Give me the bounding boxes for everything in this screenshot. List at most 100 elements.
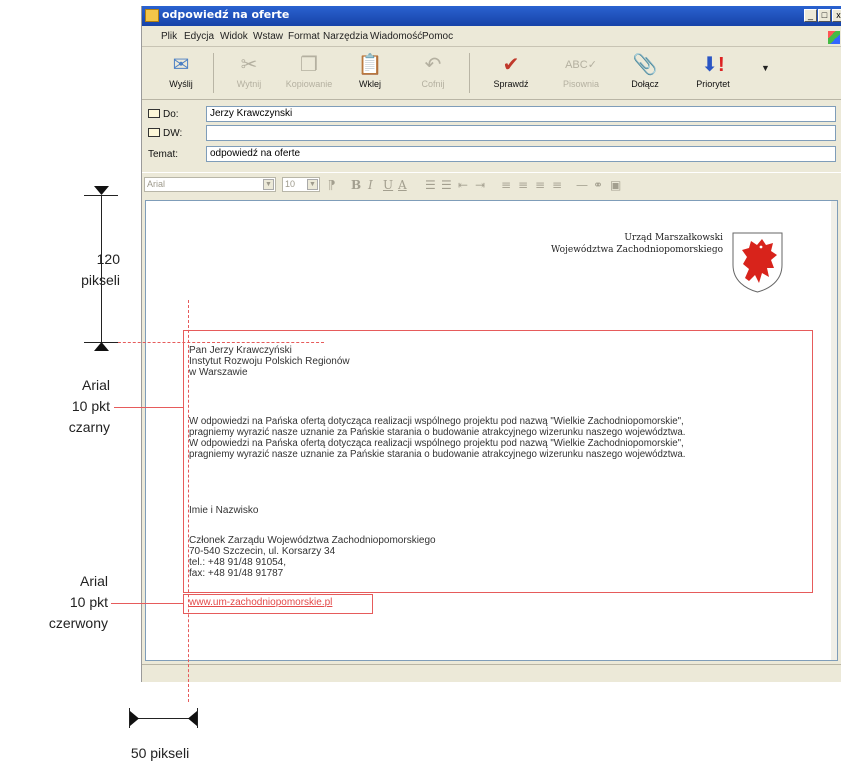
paste-button[interactable]: 📋 Wklej — [341, 51, 399, 95]
italic-icon[interactable]: I — [368, 178, 373, 192]
increase-indent-icon[interactable]: ⇥ — [475, 178, 485, 192]
arrow-down-icon — [94, 186, 109, 195]
top-margin-unit: pikseli — [81, 272, 120, 288]
toolbar: ✉ Wyślij ✂ Wytnij ❐ Kopiowanie 📋 Wklej ↶… — [142, 47, 841, 100]
attach-button[interactable]: 📎 Dołącz — [616, 51, 674, 95]
send-button[interactable]: ✉ Wyślij — [152, 51, 210, 95]
left-margin-guide — [188, 300, 189, 702]
black-text-frame — [183, 330, 813, 593]
priority-icon: ⬇! — [701, 54, 725, 76]
send-label: Wyślij — [169, 79, 193, 89]
copy-icon: ❐ — [300, 54, 318, 76]
top-margin-label: 120 pikseli — [40, 249, 120, 291]
subject-field[interactable]: odpowiedź na oferte — [206, 146, 836, 162]
paste-label: Wklej — [359, 79, 381, 89]
minimize-button[interactable]: _ — [804, 9, 817, 22]
spellcheck-icon: ABC✓ — [565, 59, 597, 71]
top-margin-value: 120 — [96, 251, 120, 267]
black-font-pointer — [114, 407, 184, 408]
font-label-line: czerwony — [48, 615, 108, 631]
chevron-down-icon: ▼ — [307, 179, 318, 190]
arrow-left-icon — [188, 711, 197, 726]
title-bar: odpowiedź na oferte _ □ x — [142, 6, 841, 26]
menu-tools[interactable]: Narzędzia — [323, 31, 368, 42]
cc-label[interactable]: DW: — [148, 128, 182, 139]
undo-button[interactable]: ↶ Cofnij — [404, 51, 462, 95]
bold-icon[interactable]: B — [351, 178, 361, 192]
to-field[interactable]: Jerzy Krawczynski — [206, 106, 836, 122]
menu-message[interactable]: Wiadomość — [370, 31, 422, 42]
window-title: odpowiedź na oferte — [162, 8, 290, 21]
align-right-icon[interactable]: ≡ — [535, 178, 545, 192]
griffin-coat-of-arms-icon — [732, 232, 783, 293]
close-button[interactable]: x — [832, 9, 841, 22]
formatting-toolbar: Arial ▼ 10 ▼ ⁋ B I U A ☰ ☰ ⇤ ⇥ ≡ ≡ ≡ ≡ — ⚭… — [142, 172, 841, 197]
check-label: Sprawdź — [493, 79, 529, 89]
align-left-icon[interactable]: ≡ — [501, 178, 511, 192]
toolbar-separator — [469, 53, 470, 93]
cut-label: Wytnij — [236, 79, 262, 89]
arrow-right-icon — [130, 711, 139, 726]
menu-bar: Plik Edycja Widok Wstaw Format Narzędzia… — [142, 27, 841, 47]
priority-label: Priorytet — [696, 79, 730, 89]
dimension-tick — [197, 708, 198, 728]
size-select-value: 10 — [285, 179, 296, 189]
letterhead-line: Urząd Marszałkowski — [624, 233, 723, 243]
letterhead-text: Urząd Marszałkowski Województwa Zachodni… — [505, 232, 723, 256]
font-select-value: Arial — [147, 179, 166, 189]
menu-help[interactable]: Pomoc — [422, 31, 453, 42]
size-select[interactable]: 10 ▼ — [282, 177, 320, 192]
cc-label-text: DW: — [163, 128, 183, 139]
undo-icon: ↶ — [424, 54, 442, 76]
bullet-list-icon[interactable]: ☰ — [441, 178, 452, 192]
insert-picture-icon[interactable]: ▣ — [610, 178, 621, 192]
scissors-icon: ✂ — [240, 54, 258, 76]
font-label-line: Arial — [79, 573, 108, 589]
font-select[interactable]: Arial ▼ — [144, 177, 276, 192]
hyperlink-icon[interactable]: ⚭ — [593, 178, 603, 192]
red-text-frame — [183, 594, 373, 614]
subject-label: Temat: — [148, 149, 179, 160]
cut-button[interactable]: ✂ Wytnij — [220, 51, 278, 95]
priority-button[interactable]: ⬇! Priorytet — [684, 51, 742, 95]
send-icon: ✉ — [172, 54, 190, 76]
font-label-line: 10 pkt — [69, 594, 108, 610]
to-label[interactable]: Do: — [148, 109, 179, 120]
address-book-icon — [148, 109, 160, 118]
envelope-icon — [145, 9, 159, 22]
justify-icon[interactable]: ≡ — [552, 178, 562, 192]
align-center-icon[interactable]: ≡ — [518, 178, 528, 192]
arrow-up-icon — [94, 342, 109, 351]
menu-file[interactable]: Plik — [161, 31, 177, 42]
font-label-line: 10 pkt — [71, 398, 110, 414]
address-book-icon — [148, 128, 160, 137]
copy-button[interactable]: ❐ Kopiowanie — [280, 51, 338, 95]
underline-icon[interactable]: U — [383, 178, 393, 192]
attach-label: Dołącz — [631, 79, 659, 89]
vertical-scrollbar[interactable] — [831, 201, 837, 660]
letterhead-line: Województwa Zachodniopomorskiego — [551, 245, 723, 255]
check-names-button[interactable]: ✔ Sprawdź — [482, 51, 540, 95]
decrease-indent-icon[interactable]: ⇤ — [458, 178, 468, 192]
check-names-icon: ✔ — [502, 54, 520, 76]
cc-field[interactable] — [206, 125, 836, 141]
numbered-list-icon[interactable]: ☰ — [425, 178, 436, 192]
menu-insert[interactable]: Wstaw — [253, 31, 283, 42]
dimension-line — [137, 718, 189, 719]
priority-dropdown-arrow[interactable]: ▼ — [761, 63, 770, 73]
paragraph-style-icon[interactable]: ⁋ — [328, 178, 336, 192]
spelling-button[interactable]: ABC✓ Pisownia — [552, 51, 610, 95]
status-bar — [142, 664, 841, 683]
menu-view[interactable]: Widok — [220, 31, 248, 42]
clipboard-icon: 📋 — [357, 54, 383, 76]
font-color-icon[interactable]: A — [398, 178, 407, 192]
maximize-button[interactable]: □ — [818, 9, 831, 22]
red-font-label: Arial 10 pkt czerwony — [0, 571, 108, 634]
horizontal-line-icon[interactable]: — — [576, 178, 588, 192]
paperclip-icon: 📎 — [632, 54, 658, 76]
top-margin-guide — [108, 342, 324, 343]
copy-label: Kopiowanie — [285, 79, 333, 89]
menu-edit[interactable]: Edycja — [184, 31, 214, 42]
font-label-line: czarny — [68, 419, 110, 435]
menu-format[interactable]: Format — [288, 31, 320, 42]
